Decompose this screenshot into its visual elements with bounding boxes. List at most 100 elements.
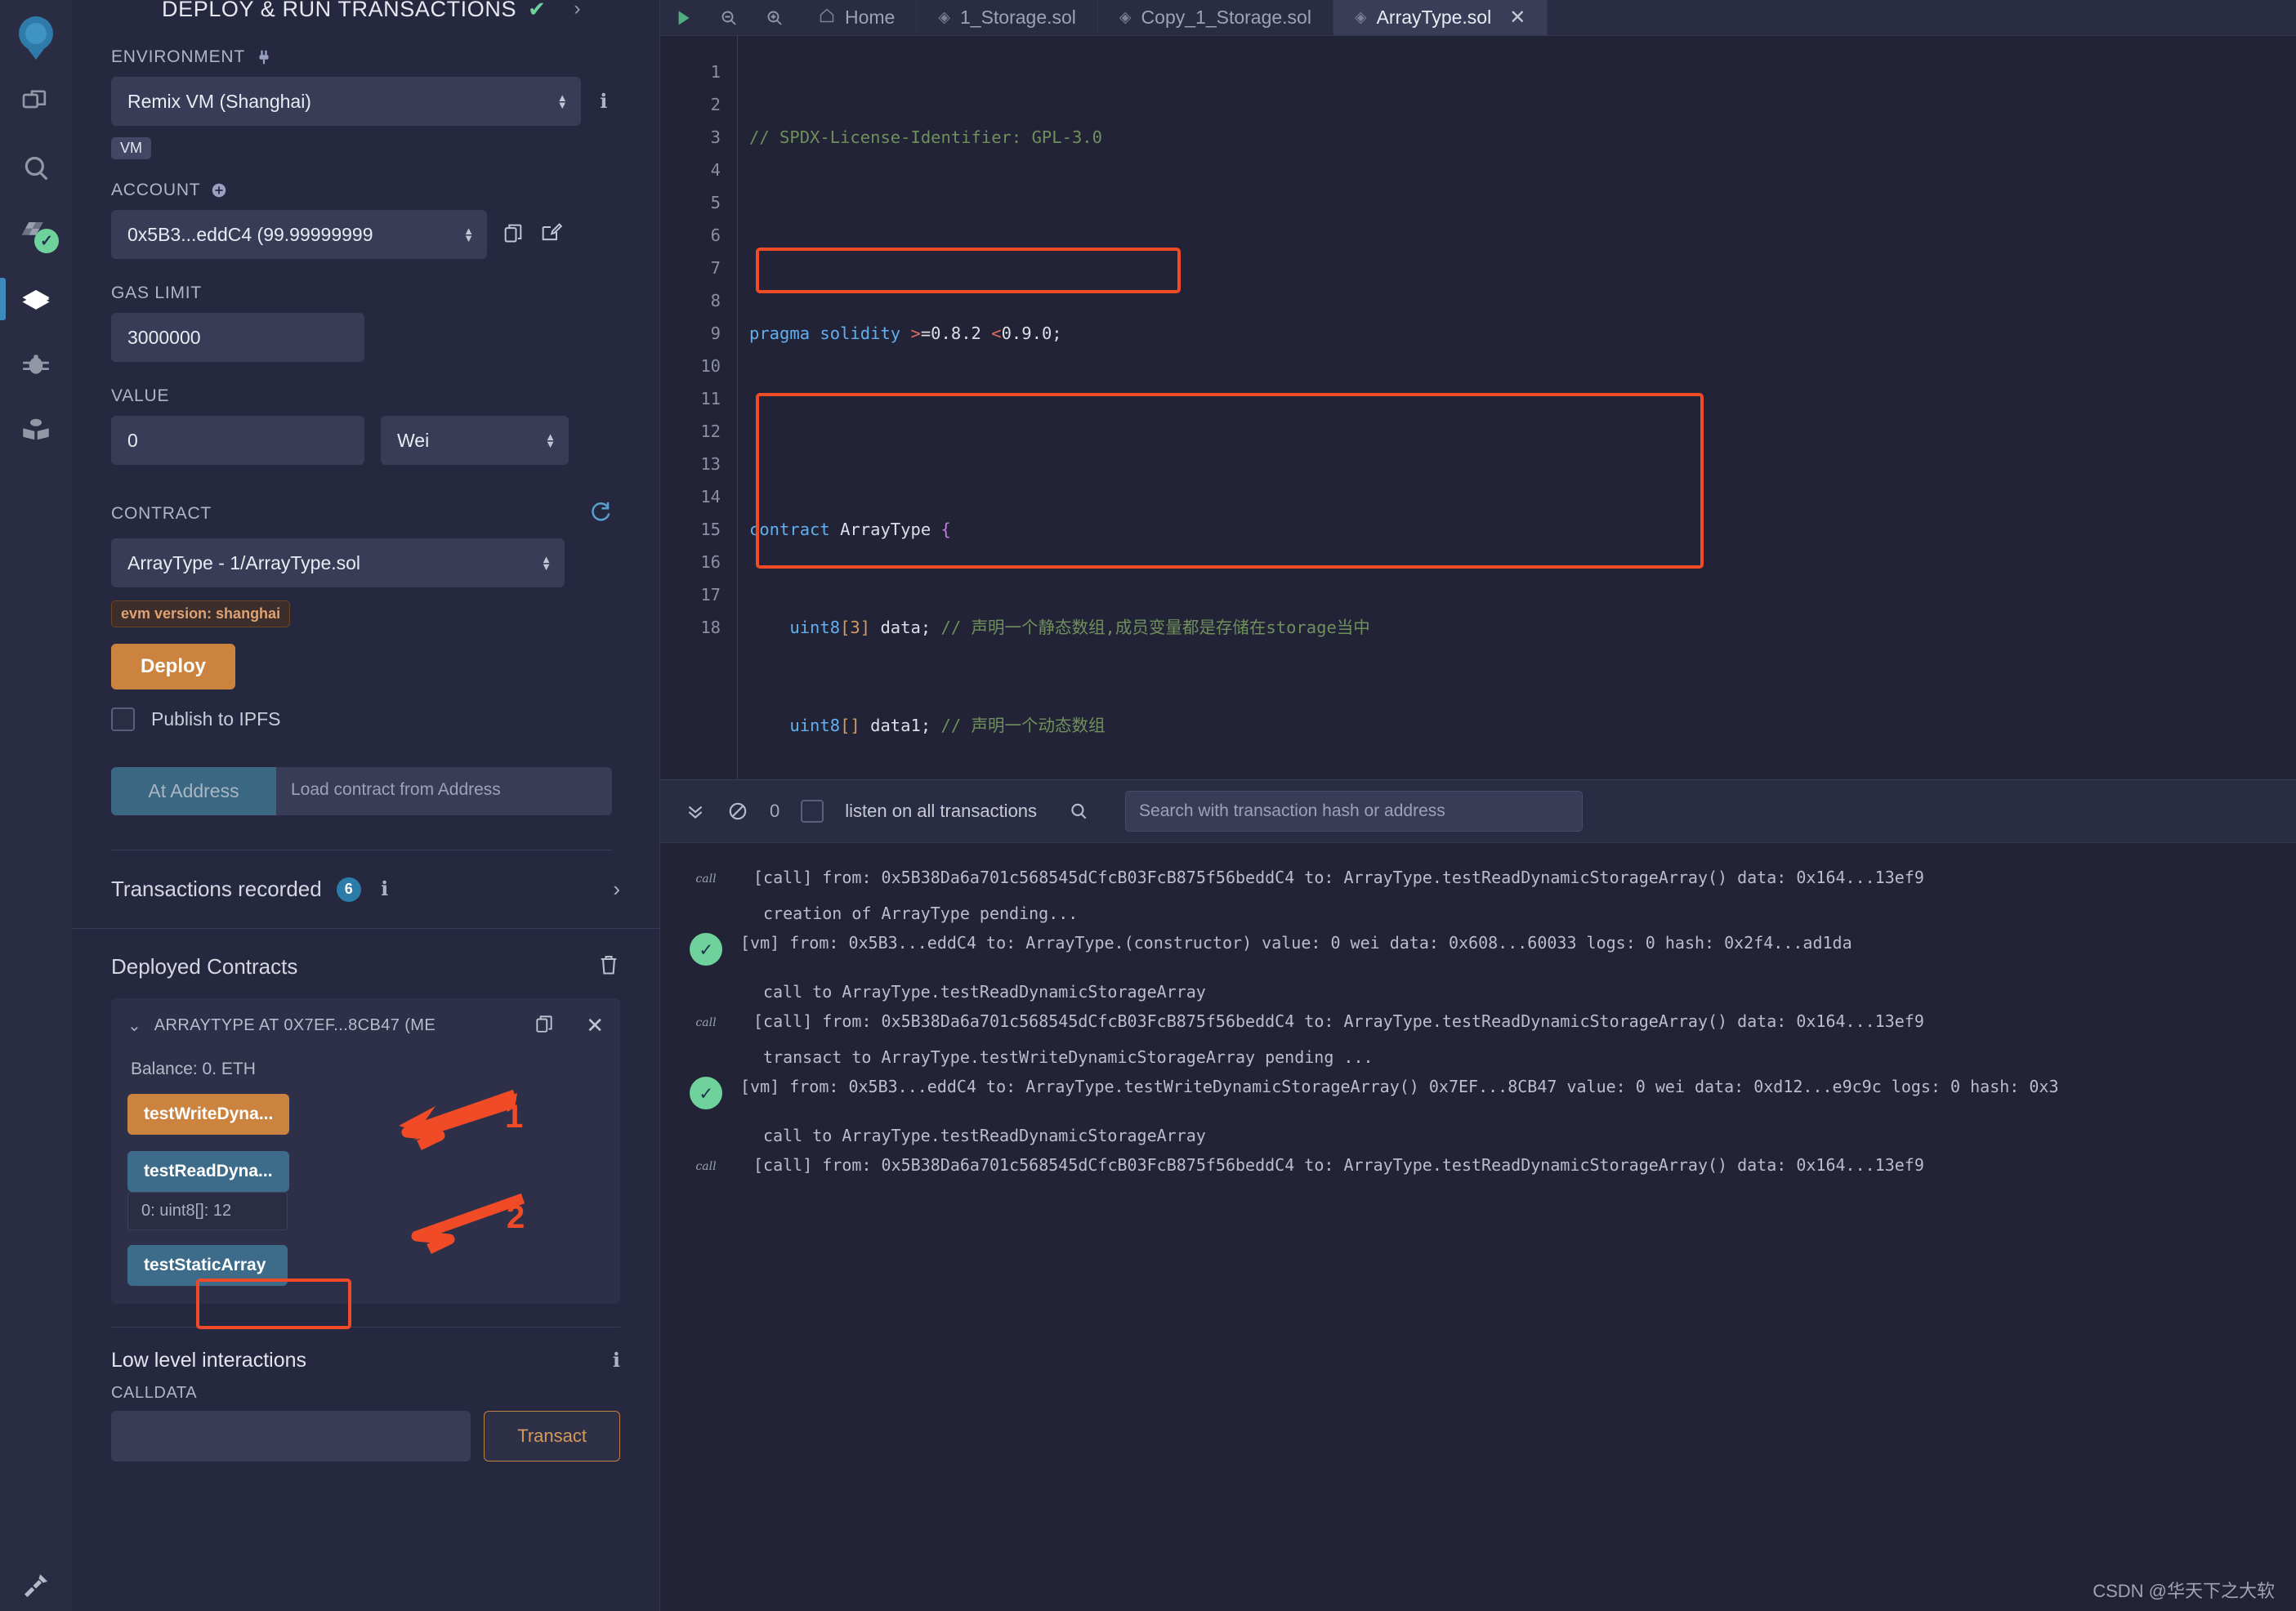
chevron-down-icon[interactable]: ⌄ [127, 1015, 141, 1036]
transactions-info-icon[interactable]: ℹ [376, 877, 394, 901]
terminal-log[interactable]: call [call] from: 0x5B38Da6a701c568545dC… [660, 843, 2296, 1611]
tab-label: 1_Storage.sol [959, 7, 1076, 28]
tab-home[interactable]: Home [797, 0, 918, 35]
function-button-testReadDynamicStorageArray[interactable]: testReadDyna... [127, 1151, 289, 1192]
environment-value: Remix VM (Shanghai) [127, 90, 311, 112]
value-unit-select[interactable]: Wei ▲ ▼ [381, 416, 569, 465]
debugger-icon[interactable] [0, 332, 72, 397]
solidity-icon: ◈ [1119, 9, 1132, 26]
contract-card-header[interactable]: ⌄ ARRAYTYPE AT 0X7EF...8CB47 (ME ✕ [127, 1013, 604, 1038]
line-number: 6 [710, 225, 721, 245]
copy-address-icon[interactable] [534, 1013, 555, 1038]
recompile-icon[interactable] [587, 499, 612, 529]
close-tab-icon[interactable]: ✕ [1509, 6, 1525, 29]
log-text: [call] from: 0x5B38Da6a701c568545dCfcB03… [753, 868, 1924, 887]
transactions-recorded-section[interactable]: Transactions recorded 6 ℹ › [72, 850, 659, 929]
low-level-info-icon[interactable]: ℹ [613, 1349, 620, 1372]
plus-circle-icon[interactable] [210, 181, 228, 199]
log-entry[interactable]: call [call] from: 0x5B38Da6a701c568545dC… [660, 868, 2296, 923]
vm-tag: VM [111, 137, 151, 159]
trash-icon[interactable] [597, 953, 620, 980]
transact-button[interactable]: Transact [484, 1411, 620, 1462]
deploy-run-icon[interactable] [0, 266, 72, 332]
tab-label: Home [845, 7, 896, 28]
run-script-icon[interactable] [660, 0, 706, 35]
chevron-right-icon[interactable]: › [613, 877, 620, 902]
log-entry[interactable]: call [call] from: 0x5B38Da6a701c568545dC… [660, 1155, 2296, 1175]
log-entry[interactable]: ✓ [vm] from: 0x5B3...eddC4 to: ArrayType… [660, 933, 2296, 1002]
calldata-row: Transact [72, 1411, 659, 1462]
code-line: uint8[3] data; // 声明一个静态数组,成员变量都是存储在stor… [789, 618, 1370, 637]
deployed-contracts-header: Deployed Contracts [72, 929, 659, 998]
line-number-gutter: 1 2 3 4 5 6 7 8 9 10 11 12 13 14 15 16 1… [660, 36, 737, 779]
at-address-input[interactable]: Load contract from Address [276, 767, 612, 815]
function-button-testStaticArray[interactable]: testStaticArray [127, 1245, 288, 1286]
line-number: 12 [700, 422, 721, 441]
search-icon[interactable] [1068, 801, 1089, 822]
code-editor[interactable]: 1 2 3 4 5 6 7 8 9 10 11 12 13 14 15 16 1… [660, 36, 2296, 779]
success-check-icon: ✓ [690, 933, 722, 966]
plug-icon [255, 48, 273, 66]
deploy-run-panel: DEPLOY & RUN TRANSACTIONS ✔ › ENVIRONMEN… [72, 0, 660, 1611]
solidity-compiler-icon[interactable]: ✓ [0, 201, 72, 266]
remix-logo[interactable] [4, 7, 68, 70]
code-line: pragma solidity >=0.8.2 <0.9.0; [749, 324, 1062, 343]
plugin-manager-icon[interactable] [0, 1569, 72, 1603]
gas-limit-input[interactable] [111, 313, 364, 362]
search-icon[interactable] [0, 136, 72, 201]
chevron-right-icon[interactable]: › [574, 0, 581, 20]
tab-label: Copy_1_Storage.sol [1141, 7, 1311, 28]
contract-value: ArrayType - 1/ArrayType.sol [127, 551, 361, 573]
publish-ipfs-row[interactable]: Publish to IPFS [111, 707, 612, 731]
deploy-button[interactable]: Deploy [111, 644, 236, 689]
code-line: uint8[] data1; // 声明一个动态数组 [789, 716, 1106, 735]
listen-all-transactions-label: listen on all transactions [845, 801, 1038, 821]
tab-1-storage-sol[interactable]: ◈ 1_Storage.sol [917, 0, 1098, 35]
tab-copy-1-storage-sol[interactable]: ◈ Copy_1_Storage.sol [1098, 0, 1333, 35]
transactions-recorded-label: Transactions recorded [111, 877, 322, 901]
compiled-success-badge: ✓ [34, 229, 59, 253]
function-button-testWriteDynamicStorageArray[interactable]: testWriteDyna... [127, 1094, 290, 1135]
line-number: 18 [700, 618, 721, 637]
zoom-out-icon[interactable] [706, 0, 752, 35]
zoom-in-icon[interactable] [752, 0, 797, 35]
gas-limit-label: GAS LIMIT [111, 283, 612, 303]
terminal-search-input[interactable] [1125, 791, 1584, 832]
log-entry[interactable]: call [call] from: 0x5B38Da6a701c568545dC… [660, 1011, 2296, 1067]
calldata-input[interactable] [111, 1411, 471, 1462]
environment-info-icon[interactable]: ℹ [596, 90, 612, 114]
contract-label: CONTRACT [111, 499, 612, 529]
deployed-contract-card: ⌄ ARRAYTYPE AT 0X7EF...8CB47 (ME ✕ Balan… [111, 998, 620, 1304]
close-contract-icon[interactable]: ✕ [586, 1013, 604, 1038]
tab-arraytype-sol[interactable]: ◈ ArrayType.sol ✕ [1333, 0, 1548, 35]
file-explorer-icon[interactable] [0, 70, 72, 136]
line7-highlight [756, 248, 1181, 293]
code-content[interactable]: // SPDX-License-Identifier: GPL-3.0 prag… [737, 36, 2296, 779]
low-level-interactions-header: Low level interactions ℹ [72, 1328, 659, 1372]
call-tag: call [695, 872, 717, 886]
contract-select[interactable]: ArrayType - 1/ArrayType.sol ▲ ▼ [111, 538, 565, 587]
publish-ipfs-checkbox[interactable] [111, 707, 135, 731]
learneth-icon[interactable] [0, 397, 72, 462]
edit-account-icon[interactable] [539, 221, 563, 248]
panel-header: DEPLOY & RUN TRANSACTIONS ✔ › [72, 0, 581, 23]
value-input[interactable] [111, 416, 364, 465]
account-select[interactable]: 0x5B3...eddC4 (99.99999999 ▲ ▼ [111, 210, 487, 259]
panel-title-text: DEPLOY & RUN TRANSACTIONS [162, 0, 517, 21]
listen-all-transactions-checkbox[interactable] [801, 800, 824, 823]
annotation-number-2: 2 [507, 1199, 525, 1235]
environment-select[interactable]: Remix VM (Shanghai) ▲ ▼ [111, 77, 581, 126]
copy-account-icon[interactable] [502, 221, 525, 248]
collapse-terminal-icon[interactable] [685, 801, 706, 822]
at-address-row: At Address Load contract from Address [111, 767, 612, 815]
account-select-row: 0x5B3...eddC4 (99.99999999 ▲ ▼ [111, 210, 612, 259]
log-entry[interactable]: ✓ [vm] from: 0x5B3...eddC4 to: ArrayType… [660, 1077, 2296, 1145]
line-number: 16 [700, 552, 721, 572]
watermark: CSDN @华天下之大软 [2093, 1581, 2275, 1601]
at-address-button[interactable]: At Address [111, 767, 276, 815]
line-number: 3 [710, 127, 721, 147]
clear-console-icon[interactable] [727, 801, 748, 822]
log-text: [call] from: 0x5B38Da6a701c568545dCfcB03… [753, 1011, 1924, 1031]
solidity-icon: ◈ [1354, 9, 1367, 26]
